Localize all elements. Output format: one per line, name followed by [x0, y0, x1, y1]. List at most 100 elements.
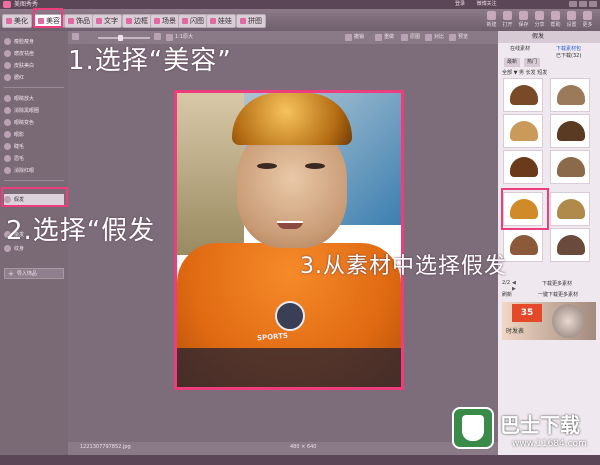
sidebar-item-eyelash[interactable]: 睫毛: [4, 141, 64, 152]
undo-button[interactable]: 撤销: [345, 33, 364, 42]
minimize-icon[interactable]: [569, 1, 577, 7]
new-tool[interactable]: 新建: [485, 11, 498, 28]
login-link[interactable]: 登录: [455, 1, 465, 7]
tab-flash[interactable]: 闪图: [178, 14, 208, 28]
import-accessory-button[interactable]: + 导入饰品: [4, 268, 64, 279]
wig-icon: [557, 85, 585, 105]
wig-thumbnail[interactable]: [503, 228, 543, 262]
title-bar: 美图秀秀 登录 微博关注: [0, 0, 600, 9]
wig-icon: [557, 157, 585, 177]
redo-button[interactable]: 重做: [375, 33, 394, 42]
watermark-text: 巴士下载: [500, 413, 580, 437]
weibo-link[interactable]: 微博关注: [477, 1, 497, 7]
watermark-logo-icon: [452, 407, 494, 449]
sidebar-item-smooth[interactable]: 磨皮祛痘: [4, 48, 64, 59]
wig-thumbnail[interactable]: [550, 192, 590, 226]
photo-shadow: [177, 348, 401, 387]
tab-doll[interactable]: 娃娃: [206, 14, 236, 28]
sidebar-item-eyebrow[interactable]: 眉毛: [4, 153, 64, 164]
sidebar-item-dark-circles[interactable]: 消除黑眼圈: [4, 105, 64, 116]
original-icon: [401, 34, 408, 41]
zoom-slider[interactable]: [98, 35, 150, 41]
wig-thumbnail[interactable]: [503, 78, 543, 112]
wig-thumbnail[interactable]: [550, 150, 590, 184]
promo-banner[interactable]: 35 时发表: [502, 302, 596, 340]
maximize-icon[interactable]: [579, 1, 587, 7]
panel-tabs: 在线素材 下载素材包 已下载(32): [502, 45, 598, 59]
wig-thumbnail[interactable]: [503, 150, 543, 184]
edited-photo[interactable]: SPORTS: [174, 90, 404, 390]
preview-button[interactable]: 预览: [449, 33, 468, 42]
scene-icon: [154, 18, 160, 24]
sidebar-divider: [4, 87, 64, 88]
refresh-button[interactable]: 刷新: [502, 292, 512, 298]
promo-image: [552, 304, 584, 338]
cup-icon: [462, 415, 484, 441]
wig-icon: [557, 235, 585, 255]
applied-wig[interactable]: [232, 93, 352, 145]
tab-collage[interactable]: 拼图: [236, 14, 266, 28]
sidebar-item-eyeshadow[interactable]: 眼影: [4, 129, 64, 140]
compare-button[interactable]: 对比: [425, 33, 444, 42]
app-logo-icon: [3, 1, 11, 8]
tab-latest[interactable]: 最新: [504, 58, 521, 67]
tab-online-material[interactable]: 在线素材: [510, 45, 530, 52]
slim-icon: [4, 38, 11, 45]
download-pack-link[interactable]: 下载素材包: [556, 45, 581, 52]
photo-background-left: [177, 93, 245, 255]
beauty-tab-highlight: [33, 8, 63, 28]
share-icon: [535, 11, 544, 20]
doll-icon: [210, 18, 216, 24]
more-tool[interactable]: 更多: [581, 11, 594, 28]
tab-popular[interactable]: 热门: [524, 58, 541, 67]
tab-scene[interactable]: 场景: [150, 14, 180, 28]
open-icon: [503, 11, 512, 20]
wig-icon: [510, 235, 538, 255]
wig-thumbnail[interactable]: [550, 228, 590, 262]
wig-icon: [510, 85, 538, 105]
compare-icon: [425, 34, 432, 41]
save-tool[interactable]: 保存: [517, 11, 530, 28]
tab-accessory[interactable]: 饰品: [64, 14, 94, 28]
wig-thumbnail[interactable]: [550, 114, 590, 148]
sidebar-item-red-eye[interactable]: 消除红眼: [4, 165, 64, 176]
page-arrows-icon[interactable]: ◀ ▶: [512, 280, 516, 292]
wig-icon: [510, 121, 538, 141]
undo-icon: [345, 34, 352, 41]
tab-text[interactable]: 文字: [92, 14, 122, 28]
close-icon[interactable]: [589, 1, 597, 7]
settings-tool[interactable]: 设置: [565, 11, 578, 28]
eyelash-icon: [4, 143, 11, 150]
step2-callout: 2.选择“假发: [6, 216, 156, 246]
sidebar-item-slim[interactable]: 瘦脸瘦身: [4, 36, 64, 47]
zoom-in-icon: [154, 33, 161, 40]
smooth-icon: [4, 50, 11, 57]
share-tool[interactable]: 分享: [533, 11, 546, 28]
red-eye-icon: [4, 167, 11, 174]
tab-frame[interactable]: 边框: [122, 14, 152, 28]
zoom-out-button[interactable]: [72, 33, 79, 40]
help-tool[interactable]: 帮助: [549, 11, 562, 28]
sidebar-item-blush[interactable]: 腮红: [4, 72, 64, 83]
step3-callout: 3.从素材中选择假发: [300, 254, 507, 279]
flash-icon: [182, 18, 188, 24]
sidebar-item-eye-color[interactable]: 眼睛变色: [4, 117, 64, 128]
wig-thumbnail[interactable]: [550, 78, 590, 112]
sidebar-item-eye-enlarge[interactable]: 眼睛放大: [4, 93, 64, 104]
filter-row[interactable]: 全部 ▼ 男 长发 短发: [502, 69, 547, 76]
one-click-download-link[interactable]: 一键下载更多素材: [538, 291, 578, 298]
plus-icon: +: [8, 269, 14, 278]
bottom-bar: [0, 455, 600, 465]
open-tool[interactable]: 打开: [501, 11, 514, 28]
wig-thumbnail[interactable]: [503, 114, 543, 148]
title-links: 登录 微博关注: [455, 0, 507, 9]
original-button[interactable]: 原图: [401, 33, 420, 42]
sidebar-item-whiten[interactable]: 皮肤美白: [4, 60, 64, 71]
preview-icon: [449, 34, 456, 41]
eye-color-icon: [4, 119, 11, 126]
promo-tag: 时发表: [506, 328, 525, 335]
more-materials-link[interactable]: 下载更多素材: [542, 280, 572, 287]
tab-beautify[interactable]: 美化: [2, 14, 32, 28]
zoom-in-button[interactable]: [154, 33, 161, 40]
watermark-url: www.11684.com: [512, 439, 587, 449]
